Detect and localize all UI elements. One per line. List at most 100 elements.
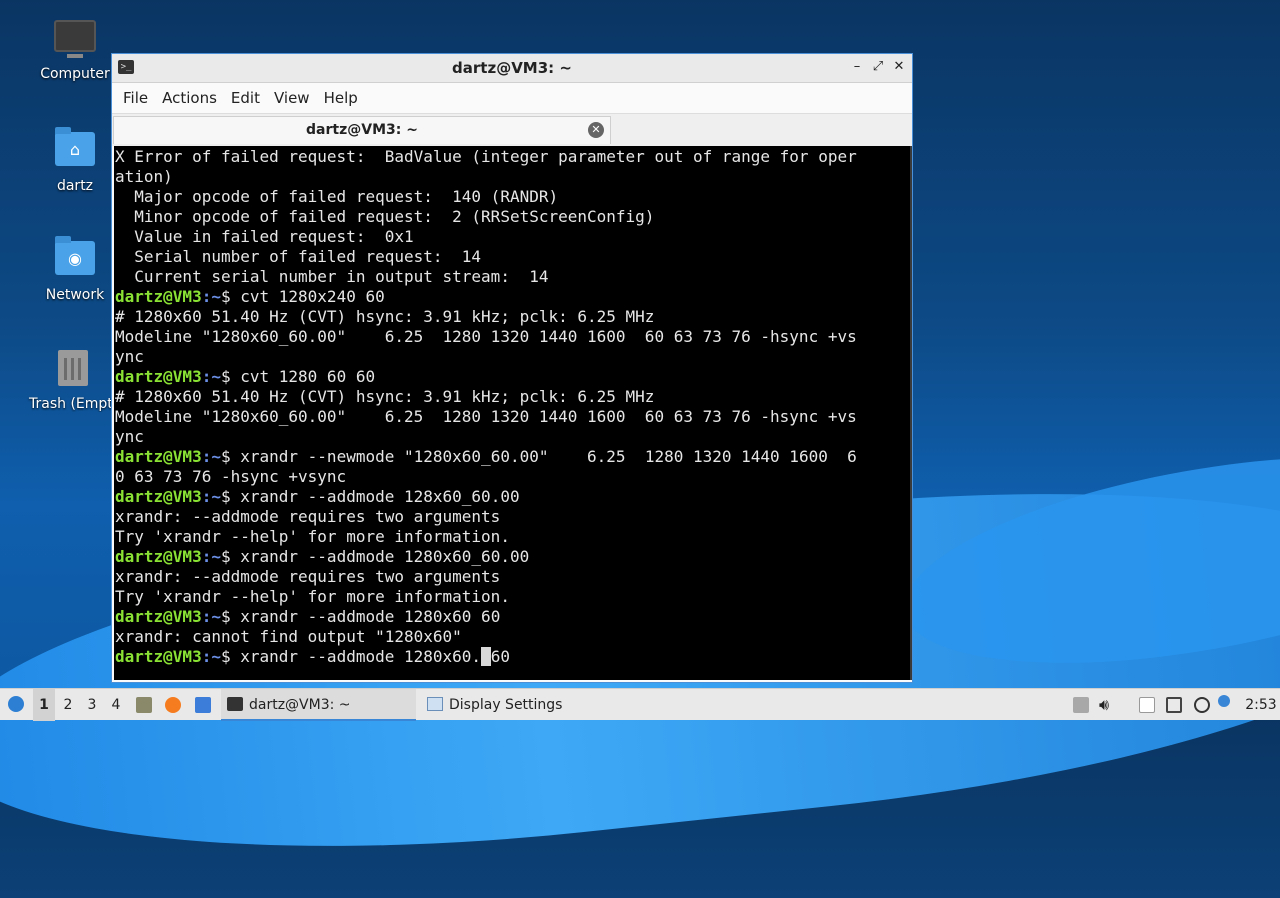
close-button[interactable]: ✕ bbox=[890, 58, 908, 76]
prompt-symbol: $ bbox=[220, 487, 241, 506]
clipboard-icon bbox=[1073, 697, 1089, 713]
notification-tray[interactable] bbox=[1217, 689, 1235, 721]
menu-file[interactable]: File bbox=[116, 89, 155, 107]
terminal-output-line: 0 63 73 76 -hsync +vsync bbox=[115, 467, 347, 486]
terminal-output-line: Serial number of failed request: 14 bbox=[115, 247, 482, 266]
menu-help[interactable]: Help bbox=[317, 89, 365, 107]
workspace-1[interactable]: 1 bbox=[33, 689, 55, 721]
update-icon bbox=[1194, 697, 1210, 713]
network-tray[interactable] bbox=[1164, 689, 1184, 721]
terminal-command-line: dartz@VM3:~$ cvt 1280x240 60 bbox=[114, 287, 910, 307]
terminal-output-line: Current serial number in output stream: … bbox=[115, 267, 549, 286]
terminal-output-line: Minor opcode of failed request: 2 (RRSet… bbox=[115, 207, 655, 226]
desktop-icon bbox=[195, 697, 211, 713]
clock[interactable]: 2:53 bbox=[1244, 689, 1278, 721]
prompt-user: dartz@VM3 bbox=[115, 647, 202, 666]
terminal-output[interactable]: X Error of failed request: BadValue (int… bbox=[114, 146, 910, 680]
window-title: dartz@VM3: ~ bbox=[452, 59, 572, 77]
task-display-settings[interactable]: Display Settings bbox=[421, 689, 616, 721]
update-tray[interactable] bbox=[1192, 689, 1212, 721]
command-text: cvt 1280x240 60 bbox=[240, 287, 385, 306]
prompt-symbol: $ bbox=[220, 287, 241, 306]
trash-icon bbox=[51, 350, 95, 390]
prompt-symbol: $ bbox=[220, 367, 241, 386]
prompt-user: dartz@VM3 bbox=[115, 487, 202, 506]
file-manager-launcher[interactable] bbox=[134, 689, 154, 721]
terminal-output-line: Value in failed request: 0x1 bbox=[115, 227, 414, 246]
desktop-icon-trash[interactable]: Trash (Empt bbox=[20, 350, 125, 412]
desktop-icon-label: dartz bbox=[56, 178, 94, 194]
menu-actions[interactable]: Actions bbox=[155, 89, 224, 107]
tab-bar: dartz@VM3: ~ ✕ bbox=[112, 113, 912, 146]
prompt-symbol: $ bbox=[220, 447, 241, 466]
lxqt-logo-icon bbox=[8, 696, 24, 712]
prompt-dir: :~ bbox=[201, 367, 221, 386]
show-desktop-launcher[interactable] bbox=[193, 689, 215, 721]
terminal-command-line: dartz@VM3:~$ xrandr --addmode 1280x60_60… bbox=[114, 547, 910, 567]
task-terminal[interactable]: dartz@VM3: ~ bbox=[221, 689, 416, 721]
terminal-command-line: dartz@VM3:~$ xrandr --addmode 1280x60 60 bbox=[114, 607, 910, 627]
minimize-button[interactable]: – bbox=[848, 58, 866, 76]
tab-close-icon[interactable]: ✕ bbox=[588, 122, 604, 138]
prompt-dir: :~ bbox=[201, 547, 221, 566]
prompt-dir: :~ bbox=[201, 447, 221, 466]
desktop-icon-label: Computer bbox=[40, 66, 110, 82]
window-titlebar[interactable]: >_ dartz@VM3: ~ – ⤢ ✕ bbox=[112, 54, 912, 83]
command-text: xrandr --addmode 128x60_60.00 bbox=[240, 487, 520, 506]
desktop-icon-home[interactable]: ⌂ dartz bbox=[25, 127, 125, 194]
volume-icon: 🔊︎ bbox=[1099, 695, 1110, 714]
terminal-output-line: ync bbox=[115, 347, 144, 366]
notes-tray[interactable] bbox=[1137, 689, 1157, 721]
terminal-output-line: # 1280x60 51.40 Hz (CVT) hsync: 3.91 kHz… bbox=[115, 387, 655, 406]
terminal-output-line: ync bbox=[115, 427, 144, 446]
terminal-command-line: dartz@VM3:~$ xrandr --addmode 1280x60. 6… bbox=[114, 647, 910, 667]
prompt-symbol: $ bbox=[220, 547, 241, 566]
terminal-output-line: Modeline "1280x60_60.00" 6.25 1280 1320 … bbox=[115, 327, 857, 346]
info-icon bbox=[1218, 695, 1230, 707]
terminal-output-line: X Error of failed request: BadValue (int… bbox=[115, 147, 857, 166]
task-label: dartz@VM3: ~ bbox=[249, 697, 351, 713]
desktop-icon-label: Trash (Empt bbox=[29, 396, 113, 412]
prompt-user: dartz@VM3 bbox=[115, 447, 202, 466]
prompt-dir: :~ bbox=[201, 487, 221, 506]
prompt-dir: :~ bbox=[201, 287, 221, 306]
terminal-output-line: xrandr: cannot find output "1280x60" bbox=[115, 627, 462, 646]
prompt-symbol: $ bbox=[220, 607, 241, 626]
volume-tray[interactable]: 🔊︎ bbox=[1099, 689, 1119, 721]
desktop-icon-computer[interactable]: Computer bbox=[25, 20, 125, 82]
terminal-output-line: Major opcode of failed request: 140 (RAN… bbox=[115, 187, 559, 206]
command-text: xrandr --addmode 1280x60. bbox=[240, 647, 482, 666]
terminal-output-line: # 1280x60 51.40 Hz (CVT) hsync: 3.91 kHz… bbox=[115, 307, 655, 326]
terminal-scrollbar[interactable] bbox=[910, 146, 912, 680]
command-text-after-cursor: 60 bbox=[490, 647, 510, 666]
terminal-output-line: Try 'xrandr --help' for more information… bbox=[115, 527, 510, 546]
terminal-output-line: xrandr: --addmode requires two arguments bbox=[115, 507, 501, 526]
task-label: Display Settings bbox=[449, 697, 563, 713]
prompt-dir: :~ bbox=[201, 647, 221, 666]
desktop-icon-network[interactable]: ◉ Network bbox=[25, 236, 125, 303]
firefox-icon bbox=[165, 697, 181, 713]
terminal-command-line: dartz@VM3:~$ xrandr --addmode 128x60_60.… bbox=[114, 487, 910, 507]
terminal-window: >_ dartz@VM3: ~ – ⤢ ✕ File Actions Edit … bbox=[111, 53, 913, 683]
workspace-4[interactable]: 4 bbox=[105, 689, 127, 721]
prompt-user: dartz@VM3 bbox=[115, 607, 202, 626]
firefox-launcher[interactable] bbox=[163, 689, 185, 721]
prompt-symbol: $ bbox=[220, 647, 241, 666]
tab-label: dartz@VM3: ~ bbox=[306, 122, 418, 138]
desktop-icon-label: Network bbox=[45, 287, 105, 303]
tab-terminal[interactable]: dartz@VM3: ~ ✕ bbox=[113, 116, 611, 144]
menu-edit[interactable]: Edit bbox=[224, 89, 267, 107]
network-icon bbox=[1166, 697, 1182, 713]
menu-bar: File Actions Edit View Help bbox=[112, 83, 912, 113]
workspace-2[interactable]: 2 bbox=[57, 689, 79, 721]
home-folder-icon: ⌂ bbox=[53, 127, 97, 172]
maximize-button[interactable]: ⤢ bbox=[869, 58, 887, 76]
terminal-output-line: xrandr: --addmode requires two arguments bbox=[115, 567, 501, 586]
display-icon bbox=[427, 697, 443, 711]
terminal-output-line: ation) bbox=[115, 167, 173, 186]
network-folder-icon: ◉ bbox=[53, 236, 97, 281]
start-menu-button[interactable] bbox=[4, 689, 28, 721]
menu-view[interactable]: View bbox=[267, 89, 317, 107]
workspace-3[interactable]: 3 bbox=[81, 689, 103, 721]
clipboard-tray[interactable] bbox=[1072, 689, 1090, 721]
